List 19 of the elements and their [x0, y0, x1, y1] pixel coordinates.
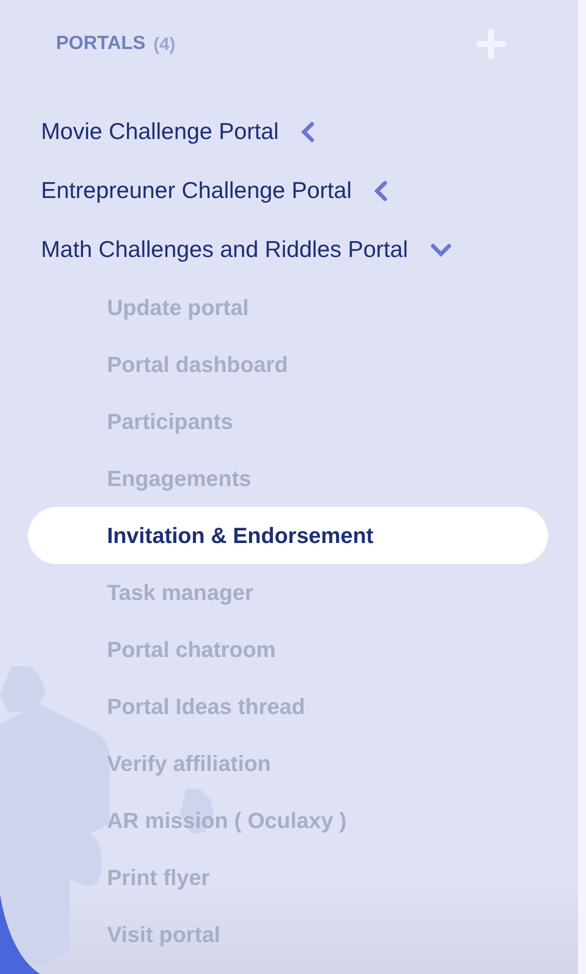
submenu-item[interactable]: Participants [28, 393, 548, 450]
submenu-item[interactable]: Portal Ideas thread [28, 678, 548, 735]
submenu-item[interactable]: Task manager [28, 564, 548, 621]
portal-item[interactable]: Entrepreuner Challenge Portal [0, 161, 578, 220]
chevron-down-icon [430, 242, 452, 256]
submenu-item[interactable]: Invitation & Endorsement [28, 507, 548, 564]
submenu-item[interactable]: Portal chatroom [28, 621, 548, 678]
submenu-item[interactable]: Engagements [28, 450, 548, 507]
submenu-item[interactable]: Print flyer [28, 849, 548, 906]
section-title: PORTALS [56, 33, 146, 55]
submenu-item[interactable]: Portal dashboard [28, 336, 548, 393]
portal-item[interactable]: Math Challenges and Riddles Portal [0, 220, 578, 279]
portal-item[interactable]: Movie Challenge Portal [0, 102, 578, 161]
chevron-left-icon [374, 180, 388, 202]
chevron-left-icon [300, 120, 315, 142]
submenu-item[interactable]: Verify affiliation [28, 735, 548, 792]
submenu-item[interactable]: Update portal [28, 279, 548, 336]
submenu-item[interactable]: AR mission ( Oculaxy ) [28, 792, 548, 849]
portal-count: (4) [153, 34, 176, 54]
